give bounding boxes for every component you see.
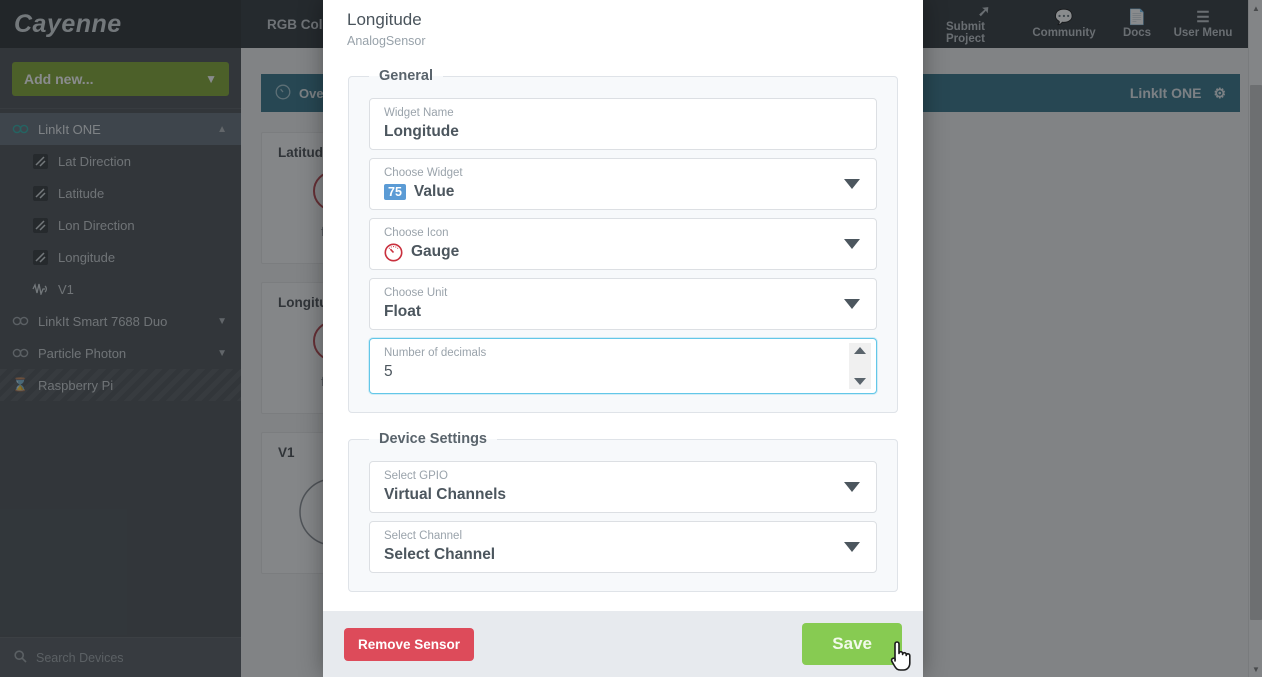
choose-icon-select[interactable]: Choose Icon Gauge: [369, 218, 877, 270]
value-widget-badge-icon: 75: [384, 184, 406, 200]
modal-header: Longitude AnalogSensor: [323, 0, 923, 54]
number-of-decimals-value: 5: [384, 363, 393, 380]
widget-name-label: Widget Name: [384, 107, 454, 119]
modal-title: Longitude: [347, 10, 422, 29]
select-channel-value: Select Channel: [384, 546, 496, 563]
select-channel-label: Select Channel: [384, 530, 462, 542]
modal-subtitle: AnalogSensor: [347, 34, 426, 48]
choose-widget-label: Choose Widget: [384, 167, 463, 179]
chevron-down-icon[interactable]: [844, 299, 860, 309]
stepper-up-icon[interactable]: [854, 347, 866, 354]
number-of-decimals-label: Number of decimals: [384, 347, 487, 359]
choose-unit-select[interactable]: Choose Unit Float: [369, 278, 877, 330]
select-gpio-label: Select GPIO: [384, 470, 448, 482]
select-gpio-value: Virtual Channels: [384, 486, 507, 503]
choose-icon-value-row: Gauge: [384, 241, 862, 263]
modal-body: General Widget Name Longitude Choose Wid…: [323, 54, 923, 611]
choose-widget-value: Value: [413, 183, 455, 200]
stepper-down-icon[interactable]: [854, 378, 866, 385]
choose-widget-select[interactable]: Choose Widget 75 Value: [369, 158, 877, 210]
general-section-legend: General: [379, 68, 433, 84]
app-root: Cayenne RGB Colors ➚ Submit Project 💬 Co…: [0, 0, 1262, 677]
gauge-icon: [384, 243, 403, 262]
chevron-down-icon[interactable]: [844, 239, 860, 249]
choose-icon-value: Gauge: [411, 243, 460, 260]
save-button[interactable]: Save: [802, 623, 902, 665]
chevron-down-icon[interactable]: [844, 179, 860, 189]
chevron-down-icon[interactable]: [844, 482, 860, 492]
select-gpio-select[interactable]: Select GPIO Virtual Channels: [369, 461, 877, 513]
number-stepper[interactable]: [849, 343, 871, 389]
device-settings-legend: Device Settings: [379, 431, 487, 447]
remove-sensor-button[interactable]: Remove Sensor: [344, 627, 475, 661]
widget-settings-modal: Longitude AnalogSensor General Widget Na…: [323, 0, 923, 677]
choose-unit-value: Float: [384, 303, 422, 320]
modal-footer: Remove Sensor Save: [323, 611, 923, 677]
choose-icon-label: Choose Icon: [384, 227, 449, 239]
select-channel-select[interactable]: Select Channel Select Channel: [369, 521, 877, 573]
widget-name-value: Longitude: [384, 123, 459, 140]
chevron-down-icon[interactable]: [844, 542, 860, 552]
choose-widget-value-row: 75 Value: [384, 181, 862, 203]
widget-name-field[interactable]: Widget Name Longitude: [369, 98, 877, 150]
choose-unit-label: Choose Unit: [384, 287, 448, 299]
general-section: General Widget Name Longitude Choose Wid…: [348, 68, 898, 413]
number-of-decimals-input[interactable]: Number of decimals 5: [369, 338, 877, 394]
device-settings-section: Device Settings Select GPIO Virtual Chan…: [348, 431, 898, 592]
